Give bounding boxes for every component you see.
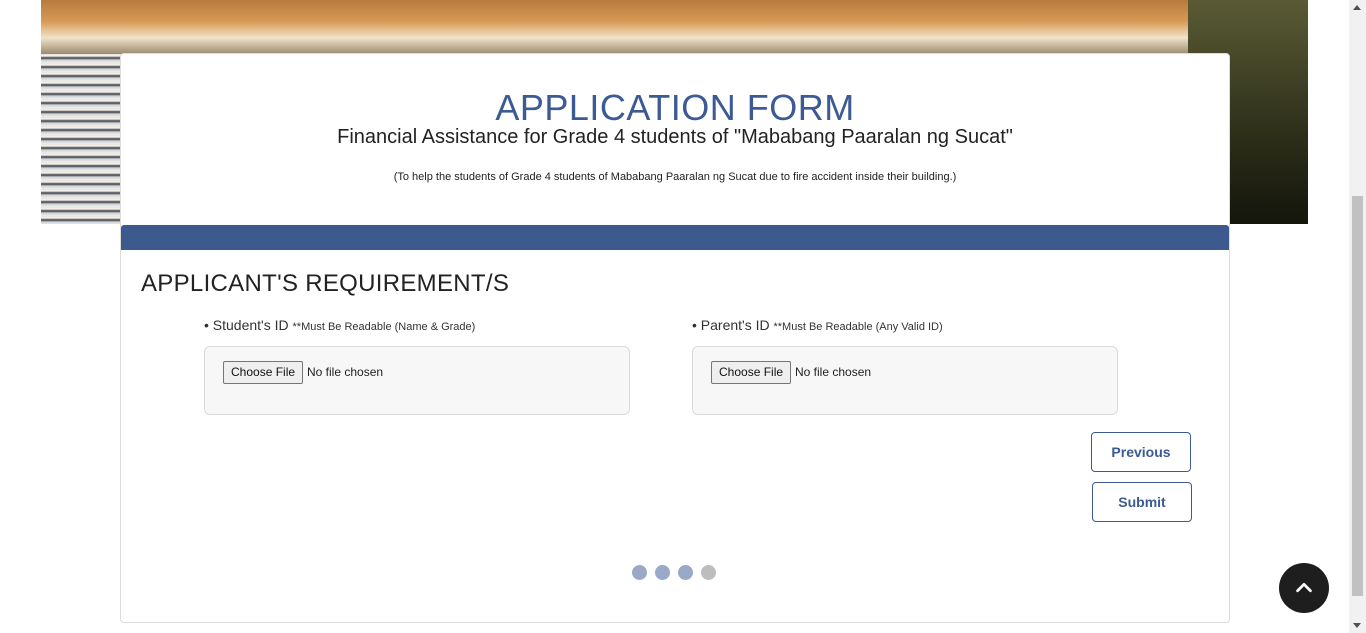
parent-id-label-text: • Parent's ID [692, 317, 770, 333]
student-id-upload-box: Choose File No file chosen [204, 346, 630, 415]
parent-id-upload-box: Choose File No file chosen [692, 346, 1118, 415]
step-dot [678, 565, 693, 580]
step-dot [632, 565, 647, 580]
page-title: APPLICATION FORM [495, 87, 855, 128]
parent-id-hint: **Must Be Readable (Any Valid ID) [773, 321, 943, 333]
form-header: APPLICATION FORM Financial Assistance fo… [121, 54, 1229, 225]
vertical-scrollbar[interactable] [1349, 0, 1366, 633]
student-id-file-status: No file chosen [307, 365, 384, 379]
parent-id-choose-file-button[interactable]: Choose File [711, 361, 792, 384]
section-title: APPLICANT'S REQUIREMENT/S [141, 270, 510, 297]
step-indicator [632, 565, 716, 580]
scroll-down-arrow-icon[interactable] [1353, 623, 1361, 628]
section-header-bar [121, 225, 1229, 250]
step-dot [655, 565, 670, 580]
step-dot [701, 565, 716, 580]
back-to-top-button[interactable] [1279, 563, 1329, 613]
student-id-label: • Student's ID **Must Be Readable (Name … [204, 317, 475, 333]
scroll-up-arrow-icon[interactable] [1353, 5, 1361, 10]
submit-button[interactable]: Submit [1092, 482, 1192, 522]
student-id-label-text: • Student's ID [204, 317, 289, 333]
parent-id-file-status: No file chosen [795, 365, 872, 379]
scrollbar-thumb[interactable] [1352, 196, 1363, 596]
page-note: (To help the students of Grade 4 student… [393, 171, 957, 183]
application-form-card: APPLICATION FORM Financial Assistance fo… [120, 53, 1230, 623]
parent-id-label: • Parent's ID **Must Be Readable (Any Va… [692, 317, 943, 333]
banner-folder-layer [41, 0, 1191, 54]
student-id-hint: **Must Be Readable (Name & Grade) [292, 321, 476, 333]
student-id-choose-file-button[interactable]: Choose File [223, 361, 304, 384]
banner-paper-stack [41, 54, 121, 224]
page-subtitle: Financial Assistance for Grade 4 student… [337, 126, 1013, 148]
chevron-up-icon [1296, 582, 1312, 593]
previous-button[interactable]: Previous [1091, 432, 1191, 472]
